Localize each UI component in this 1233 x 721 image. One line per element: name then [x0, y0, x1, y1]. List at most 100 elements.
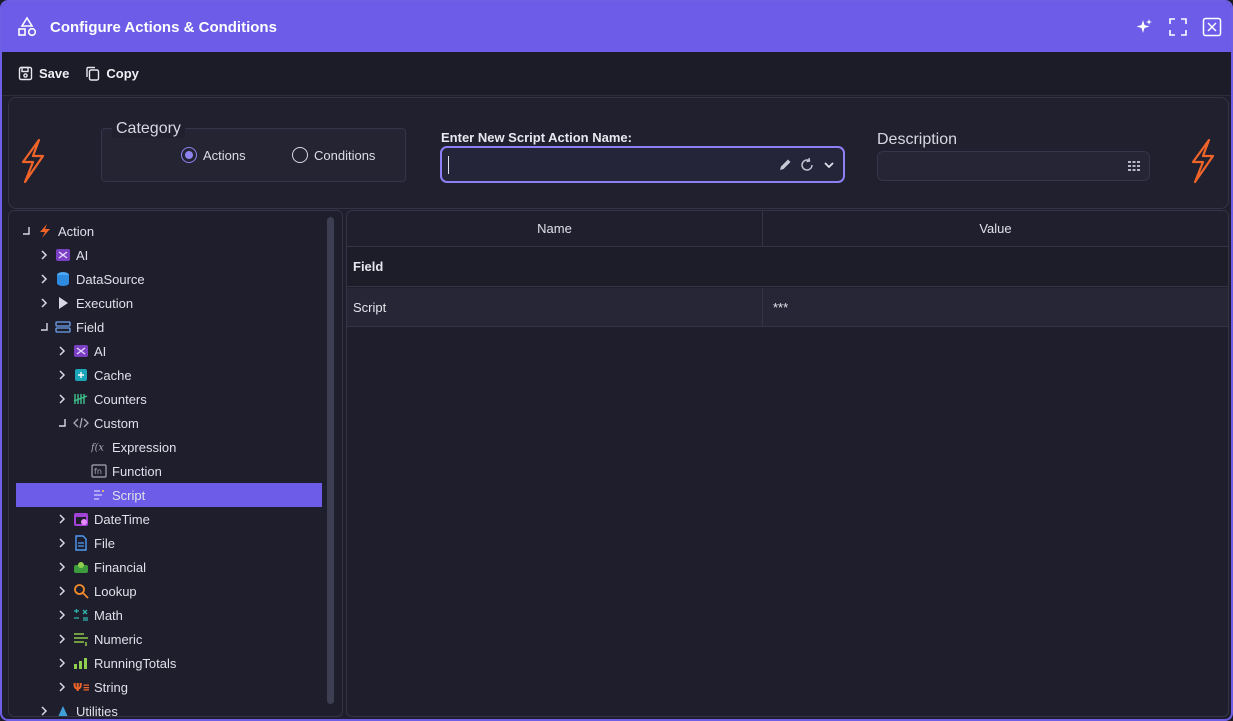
- chevron-down-icon[interactable]: [821, 157, 837, 173]
- tree-item[interactable]: Script: [16, 483, 322, 507]
- chevron-right-icon[interactable]: [55, 512, 69, 526]
- chevron-right-icon[interactable]: [55, 680, 69, 694]
- save-label: Save: [39, 66, 70, 81]
- chevron-right-icon[interactable]: [55, 536, 69, 550]
- copy-label: Copy: [106, 66, 139, 81]
- column-header-value[interactable]: Value: [763, 211, 1228, 246]
- tree-item-label: Lookup: [94, 583, 137, 599]
- chart-icon: [73, 655, 89, 671]
- cell-value[interactable]: ***: [763, 288, 1228, 326]
- chevron-right-icon[interactable]: [37, 272, 51, 286]
- tree-item[interactable]: DataSource: [9, 267, 321, 291]
- tree-item[interactable]: Numeric: [9, 627, 321, 651]
- tree-item-label: Field: [76, 319, 105, 335]
- toolbar: Save Copy: [2, 52, 1231, 96]
- sparkle-icon[interactable]: [1133, 16, 1155, 38]
- tree-item-label: Expression: [112, 439, 177, 455]
- code-icon: [73, 415, 89, 431]
- tree-item[interactable]: fn Function: [9, 459, 321, 483]
- radio-actions-label: Actions: [203, 147, 246, 163]
- svg-text:fn: fn: [94, 467, 102, 476]
- chevron-right-icon[interactable]: [55, 584, 69, 598]
- refresh-icon[interactable]: [799, 157, 815, 173]
- tree-item[interactable]: Cache: [9, 363, 321, 387]
- tree-item[interactable]: AI: [9, 243, 321, 267]
- copy-icon: [86, 66, 100, 81]
- tree-scrollbar[interactable]: [327, 217, 334, 704]
- tree-item[interactable]: Utilities: [9, 699, 321, 716]
- chevron-right-icon[interactable]: [55, 608, 69, 622]
- tree-item[interactable]: f(x Expression: [9, 435, 321, 459]
- copy-button[interactable]: Copy: [85, 66, 139, 81]
- action-tree: Action AI DataSource Execution Field AI Cache C…: [8, 210, 343, 717]
- description-field[interactable]: [877, 151, 1150, 181]
- action-name-input[interactable]: [449, 148, 777, 181]
- chevron-right-icon[interactable]: [55, 344, 69, 358]
- tree-item[interactable]: Custom: [9, 411, 321, 435]
- tree-item-label: Action: [58, 223, 95, 239]
- chevron-right-icon[interactable]: [55, 560, 69, 574]
- math-icon: [73, 607, 89, 623]
- cache-icon: [73, 367, 89, 383]
- collapse-icon[interactable]: [55, 416, 69, 430]
- chevron-right-icon[interactable]: [55, 392, 69, 406]
- tree-item[interactable]: Counters: [9, 387, 321, 411]
- tree-item[interactable]: Action: [9, 219, 321, 243]
- tree-item[interactable]: Lookup: [9, 579, 321, 603]
- title-bar[interactable]: Configure Actions & Conditions: [2, 2, 1231, 52]
- tree-item-label: Financial: [94, 559, 147, 575]
- chevron-right-icon[interactable]: [37, 704, 51, 716]
- window-title: Configure Actions & Conditions: [50, 18, 277, 36]
- collapse-icon[interactable]: [37, 320, 51, 334]
- field-icon: [55, 319, 71, 335]
- grid-icon[interactable]: [1127, 159, 1141, 173]
- radio-conditions-label: Conditions: [314, 147, 376, 163]
- save-button[interactable]: Save: [18, 66, 69, 81]
- tree-item[interactable]: File: [9, 531, 321, 555]
- counters-icon: [73, 391, 89, 407]
- tree-item-label: DateTime: [94, 511, 150, 527]
- tree-item[interactable]: Field: [9, 315, 321, 339]
- description-label: Description: [877, 131, 958, 148]
- maximize-icon[interactable]: [1167, 16, 1189, 38]
- chevron-right-icon[interactable]: [55, 656, 69, 670]
- table-row[interactable]: Script ***: [347, 288, 1228, 327]
- function-icon: fn: [91, 463, 107, 479]
- category-group: Category Actions Conditions: [101, 120, 406, 182]
- script-icon: [91, 487, 107, 503]
- chevron-right-icon[interactable]: [55, 368, 69, 382]
- save-icon: [18, 66, 33, 81]
- tree-item-label: Execution: [76, 295, 134, 311]
- svg-text:f(x: f(x: [91, 443, 104, 454]
- tree-item[interactable]: Financial: [9, 555, 321, 579]
- tree-item-label: AI: [94, 343, 107, 359]
- pencil-icon[interactable]: [777, 157, 793, 173]
- tree-item[interactable]: AI: [9, 339, 321, 363]
- tree-item-label: DataSource: [76, 271, 145, 287]
- search-icon: [73, 583, 89, 599]
- tree-item[interactable]: Ψ≡ String: [9, 675, 321, 699]
- radio-conditions[interactable]: Conditions: [292, 147, 375, 163]
- play-icon: [55, 295, 71, 311]
- tree-item-label: Cache: [94, 367, 132, 383]
- group-row-field[interactable]: Field: [347, 247, 1228, 287]
- chevron-right-icon[interactable]: [55, 632, 69, 646]
- action-name-label: Enter New Script Action Name:: [441, 130, 632, 145]
- tree-item[interactable]: Math: [9, 603, 321, 627]
- chevron-right-icon[interactable]: [37, 248, 51, 262]
- lightning-icon: [1191, 138, 1215, 184]
- tree-item[interactable]: DateTime: [9, 507, 321, 531]
- collapse-icon[interactable]: [19, 224, 33, 238]
- radio-actions[interactable]: Actions: [181, 147, 246, 163]
- close-icon[interactable]: [1201, 16, 1223, 38]
- chevron-right-icon[interactable]: [37, 296, 51, 310]
- ai-icon: [55, 247, 71, 263]
- action-name-combobox[interactable]: [440, 146, 845, 183]
- tree-item[interactable]: RunningTotals: [9, 651, 321, 675]
- svg-text:Ψ≡: Ψ≡: [73, 681, 89, 694]
- tree-item[interactable]: Execution: [9, 291, 321, 315]
- calendar-icon: [73, 511, 89, 527]
- column-header-name[interactable]: Name: [347, 211, 763, 246]
